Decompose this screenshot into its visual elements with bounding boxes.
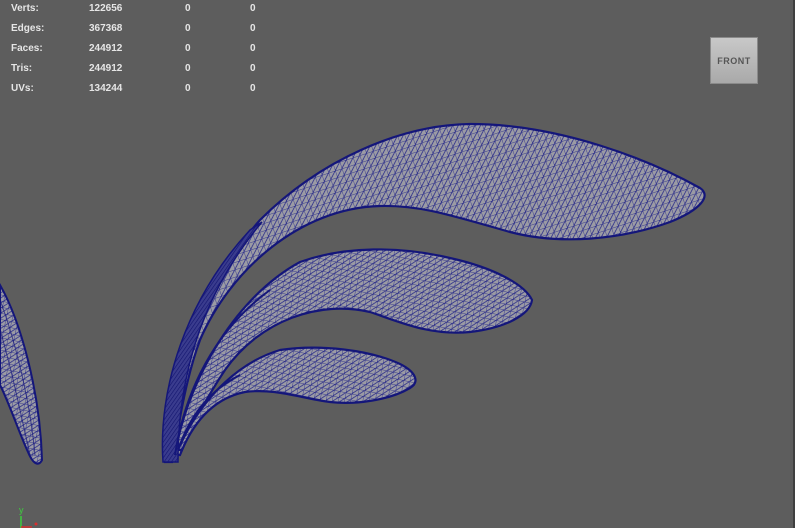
hud-selected: 0 — [185, 83, 191, 94]
hud-total: 122656 — [89, 3, 123, 14]
hud-total: 244912 — [89, 63, 123, 74]
hud-label: Verts: — [11, 3, 39, 14]
axis-gizmo: y — [19, 505, 38, 528]
view-cube-label: FRONT — [717, 55, 751, 66]
hud-selected: 0 — [185, 63, 191, 74]
y-axis-label: y — [19, 505, 24, 515]
view-cube-front[interactable]: FRONT — [710, 37, 758, 84]
hud-selected: 0 — [185, 43, 191, 54]
hud-selected-2: 0 — [250, 43, 256, 54]
hud-row-verts: Verts: 122656 0 0 — [0, 2, 270, 16]
poly-count-hud: Verts: 122656 0 0 Edges: 367368 0 0 Face… — [0, 0, 270, 100]
hud-label: UVs: — [11, 83, 34, 94]
hud-row-faces: Faces: 244912 0 0 — [0, 42, 270, 56]
hud-selected: 0 — [185, 23, 191, 34]
hud-selected-2: 0 — [250, 23, 256, 34]
hud-row-tris: Tris: 244912 0 0 — [0, 62, 270, 76]
hud-label: Tris: — [11, 63, 33, 74]
hud-selected-2: 0 — [250, 3, 256, 14]
hud-selected-2: 0 — [250, 63, 256, 74]
hud-total: 367368 — [89, 23, 123, 34]
viewport-panel[interactable]: y Verts: 122656 0 0 Edges: 367368 0 0 Fa… — [0, 0, 795, 528]
hud-selected: 0 — [185, 3, 191, 14]
hud-total: 134244 — [89, 83, 123, 94]
hud-label: Faces: — [11, 43, 43, 54]
hud-row-edges: Edges: 367368 0 0 — [0, 22, 270, 36]
left-partial-blade-mesh — [0, 282, 44, 465]
hud-row-uvs: UVs: 134244 0 0 — [0, 82, 270, 96]
hud-label: Edges: — [11, 23, 45, 34]
hud-selected-2: 0 — [250, 83, 256, 94]
hud-total: 244912 — [89, 43, 123, 54]
